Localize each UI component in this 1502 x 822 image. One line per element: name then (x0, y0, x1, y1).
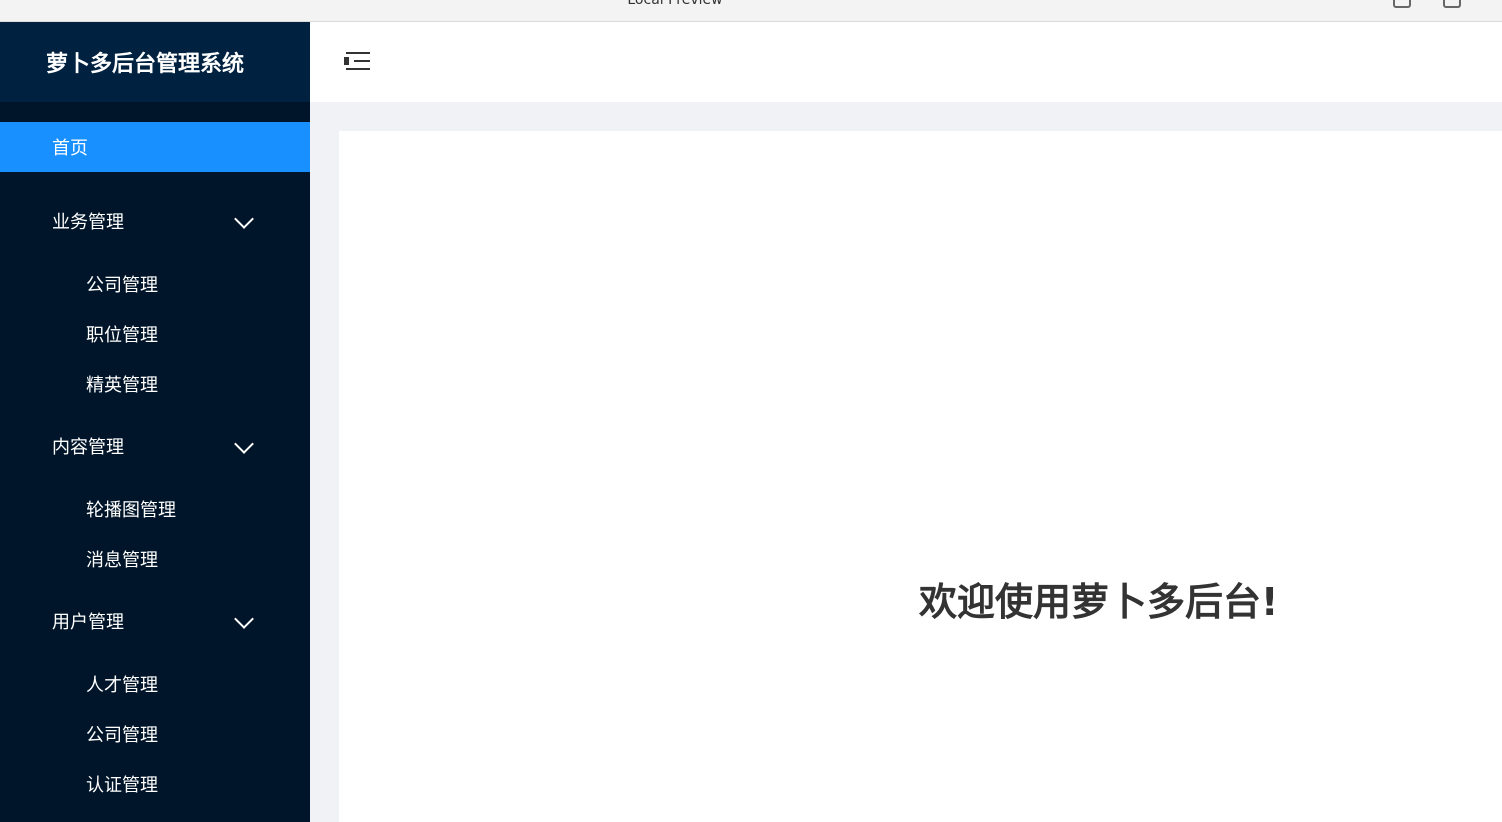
welcome-heading: 欢迎使用萝卜多后台! (919, 580, 1279, 624)
sidebar-item-message[interactable]: 消息管理 (0, 534, 310, 584)
menu-group-content: 内容管理 轮播图管理 消息管理 (0, 421, 310, 584)
window-popout-icon[interactable] (1443, 0, 1461, 8)
sidebar-item-talent[interactable]: 人才管理 (0, 659, 310, 709)
main-content: 欢迎使用萝卜多后台! (339, 131, 1502, 822)
chevron-down-icon (234, 209, 254, 229)
sidebar-item-verification[interactable]: 认证管理 (0, 759, 310, 809)
sidebar-item-elite[interactable]: 精英管理 (0, 359, 310, 409)
submenu-label: 用户管理 (52, 612, 124, 633)
submenu-label: 内容管理 (52, 437, 124, 458)
window-title: Local Preview (627, 0, 723, 8)
sidebar-menu: 首页 业务管理 公司管理 职位管理 精英管理 内容管理 轮播图管理 消息管理 用… (0, 102, 310, 809)
window-titlebar: Local Preview (0, 0, 1502, 22)
sidebar: 萝卜多后台管理系统 首页 业务管理 公司管理 职位管理 精英管理 内容管理 轮播… (0, 22, 310, 822)
sidebar-item-company[interactable]: 公司管理 (0, 259, 310, 309)
sidebar-item-position[interactable]: 职位管理 (0, 309, 310, 359)
window-minimize-icon[interactable] (1393, 0, 1411, 8)
app-logo-title: 萝卜多后台管理系统 (0, 22, 310, 102)
sidebar-item-user-company[interactable]: 公司管理 (0, 709, 310, 759)
top-header (310, 22, 1502, 102)
sidebar-item-home[interactable]: 首页 (0, 122, 310, 172)
submenu-business[interactable]: 业务管理 (0, 196, 310, 246)
menu-group-user: 用户管理 人才管理 公司管理 认证管理 (0, 596, 310, 809)
chevron-down-icon (234, 609, 254, 629)
menu-group-business: 业务管理 公司管理 职位管理 精英管理 (0, 196, 310, 409)
submenu-label: 业务管理 (52, 212, 124, 233)
menu-fold-icon[interactable] (344, 52, 370, 72)
submenu-content[interactable]: 内容管理 (0, 421, 310, 471)
sidebar-item-banner[interactable]: 轮播图管理 (0, 484, 310, 534)
chevron-down-icon (234, 434, 254, 454)
submenu-user[interactable]: 用户管理 (0, 596, 310, 646)
